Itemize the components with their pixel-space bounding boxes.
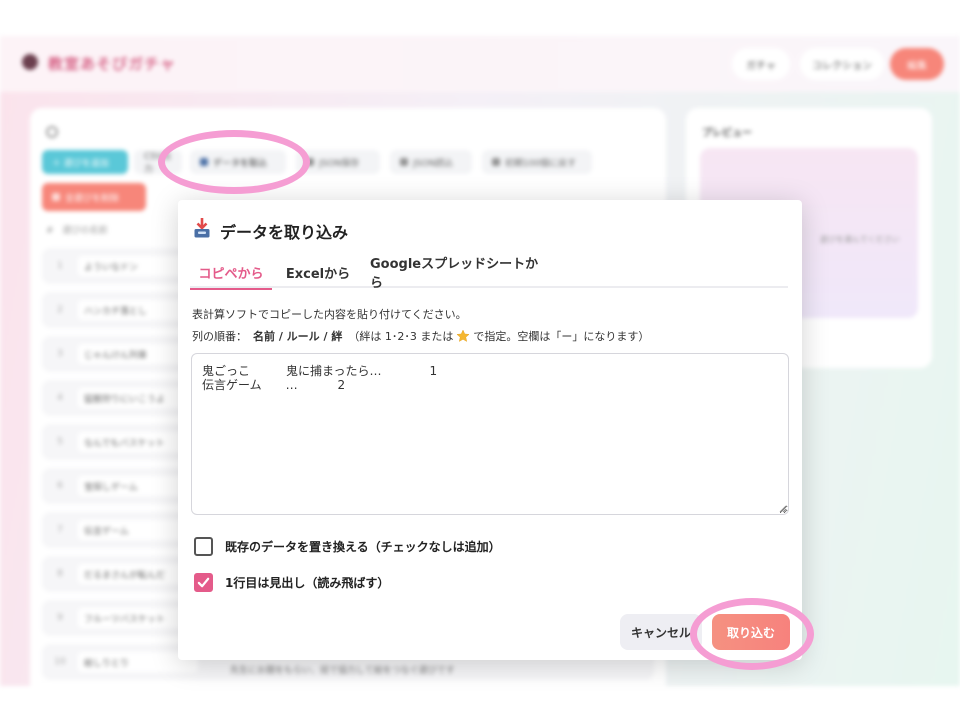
preview-title: プレビュー [702, 128, 752, 139]
import-data-button[interactable]: データを取込 [190, 150, 286, 174]
reset-default-label: 初期100個に戻す [505, 158, 577, 169]
json-save-label: JSON保存 [319, 158, 360, 169]
import-data-label: データを取込 [213, 158, 268, 169]
column-order-suffix: で指定。空欄は「ー」になります） [473, 330, 650, 343]
star-icon [456, 329, 470, 342]
tab-google-sheets[interactable]: Googleスプレッドシートから [370, 256, 542, 291]
header-row-checkbox[interactable] [194, 572, 213, 592]
csv-export-label: CSV出力 [144, 152, 172, 175]
column-order-prefix: 列の順番： [192, 330, 247, 343]
delete-all-label: 全遊びを削除 [65, 193, 120, 204]
gacha-nav-button[interactable]: ガチャ [732, 48, 790, 80]
header-row-option[interactable]: 1行目は見出し（読み飛ばす） [194, 572, 389, 592]
folder-icon [400, 158, 408, 166]
edit-nav-button[interactable]: 編集 [890, 48, 944, 80]
app-logo-icon [22, 54, 38, 70]
tab-excel[interactable]: Excelから [282, 256, 354, 288]
list-item-number: 9 [57, 613, 63, 623]
list-item-number: 8 [57, 569, 63, 579]
dialog-title: データを取り込み [220, 223, 349, 242]
collection-nav-button[interactable]: コレクション [800, 48, 884, 80]
replace-existing-label: 既存のデータを置き換える（チェックなしは追加） [225, 539, 501, 554]
list-item-number: 6 [57, 481, 63, 491]
add-play-button[interactable]: ＋ 遊びを追加 [42, 150, 128, 174]
list-item-number: 10 [54, 657, 66, 667]
row-rule-text: 先生にお題をもらい、班で協力して絵をつなぐ遊びです [230, 666, 455, 676]
settings-icon [46, 126, 58, 138]
checkmark-icon [197, 577, 210, 587]
list-item-number: 5 [57, 437, 63, 447]
json-read-label: JSON読込 [413, 158, 454, 169]
column-order-note: 列の順番： 名前 / ルール / 絆 （絆は 1･2･3 または で指定。空欄は… [192, 328, 649, 344]
list-item-number: 1 [57, 261, 63, 271]
delete-all-button[interactable]: 全遊びを削除 [42, 183, 146, 211]
import-dialog: データを取り込み コピペから Excelから Googleスプレッドシートから … [178, 200, 802, 660]
tab-paste[interactable]: コピペから [190, 256, 272, 290]
preview-empty-text: 遊びを選んでください [820, 235, 900, 244]
trash-icon [52, 193, 60, 201]
paste-instructions: 表計算ソフトでコピーした内容を貼り付けてください。 [192, 308, 467, 321]
json-read-button[interactable]: JSON読込 [390, 150, 472, 174]
paste-textarea[interactable]: 鬼ごっこ 鬼に捕まったら… 1 伝言ゲーム … 2 [191, 353, 789, 515]
column-order-columns: 名前 / ルール / 絆 [253, 330, 343, 343]
import-button[interactable]: 取り込む [712, 614, 790, 650]
reset-default-button[interactable]: 初期100個に戻す [482, 150, 592, 174]
header-row-label: 1行目は見出し（読み飛ばす） [225, 575, 390, 590]
import-icon [200, 158, 208, 166]
add-play-label: ＋ 遊びを追加 [52, 158, 109, 169]
list-item-number: 7 [57, 525, 63, 535]
list-item-number: 3 [57, 349, 63, 359]
resize-handle-icon[interactable] [779, 505, 787, 513]
list-item-number: 4 [57, 393, 63, 403]
csv-export-button[interactable]: CSV出力 [134, 150, 182, 175]
save-icon [306, 158, 314, 166]
replace-existing-checkbox[interactable] [194, 536, 213, 556]
cancel-button[interactable]: キャンセル [620, 614, 702, 650]
column-order-middle: （絆は 1･2･3 または [348, 330, 454, 343]
list-item-number: 2 [57, 305, 63, 315]
import-source-tabs: コピペから Excelから Googleスプレッドシートから [190, 256, 788, 291]
inbox-tray-icon [194, 218, 210, 238]
reset-icon [492, 158, 500, 166]
json-save-button[interactable]: JSON保存 [296, 150, 380, 174]
replace-existing-option[interactable]: 既存のデータを置き換える（チェックなしは追加） [194, 536, 501, 556]
app-header: 教室あそびガチャ ガチャ コレクション 編集 [0, 36, 960, 92]
app-title: 教室あそびガチャ [48, 55, 176, 73]
